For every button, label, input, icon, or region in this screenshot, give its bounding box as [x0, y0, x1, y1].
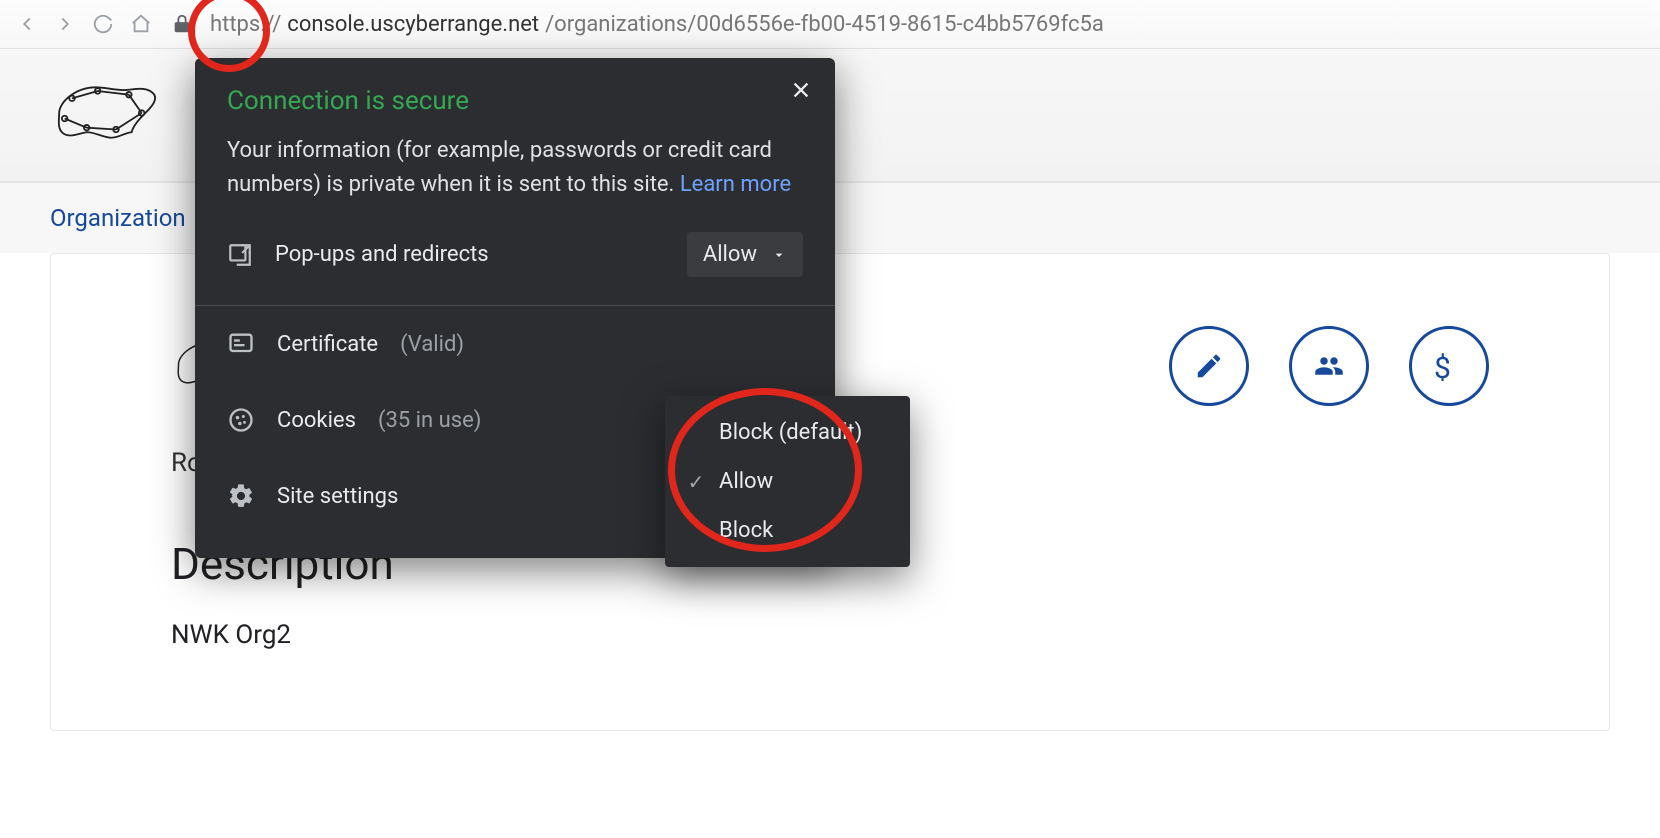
arrow-left-icon [16, 13, 38, 35]
learn-more-link[interactable]: Learn more [680, 172, 791, 197]
popup-icon [227, 242, 253, 268]
org-actions: $ [1169, 326, 1489, 406]
home-icon [130, 13, 152, 35]
forward-button[interactable] [46, 5, 84, 43]
site-info-button[interactable] [162, 4, 202, 44]
arrow-right-icon [54, 13, 76, 35]
chevron-down-icon [771, 247, 787, 263]
reload-icon [92, 13, 114, 35]
description-value: NWK Org2 [171, 620, 1489, 650]
url-host: console.uscyberrange.net [287, 12, 539, 37]
cookies-label: Cookies [277, 408, 356, 433]
cookies-status: (35 in use) [378, 408, 481, 433]
certificate-status: (Valid) [400, 332, 464, 357]
permission-select[interactable]: Allow [687, 232, 803, 277]
submenu-label: Block [719, 518, 773, 543]
certificate-icon [227, 330, 255, 358]
breadcrumb-organization[interactable]: Organization [50, 204, 186, 232]
billing-button[interactable]: $ [1409, 326, 1489, 406]
lock-icon [171, 13, 193, 35]
submenu-item-block[interactable]: Block [665, 506, 910, 555]
edit-button[interactable] [1169, 326, 1249, 406]
address-bar[interactable]: https://console.uscyberrange.net/organiz… [210, 12, 1652, 37]
submenu-label: Allow [719, 469, 773, 494]
pencil-icon [1194, 351, 1224, 381]
home-button[interactable] [122, 5, 160, 43]
check-icon: ✓ [685, 470, 707, 494]
gear-icon [227, 482, 255, 510]
users-icon [1314, 351, 1344, 381]
submenu-item-allow[interactable]: ✓ Allow [665, 457, 910, 506]
submenu-label: Block (default) [719, 420, 862, 445]
submenu-item-block-default[interactable]: Block (default) [665, 408, 910, 457]
dollar-icon: $ [1434, 351, 1464, 381]
permission-selected: Allow [703, 242, 757, 267]
url-scheme: https:// [210, 12, 281, 37]
popover-body: Your information (for example, passwords… [227, 134, 803, 202]
cookie-icon [227, 406, 255, 434]
permission-submenu: Block (default) ✓ Allow Block [665, 396, 910, 567]
popover-close-button[interactable] [787, 76, 815, 104]
back-button[interactable] [8, 5, 46, 43]
certificate-label: Certificate [277, 332, 378, 357]
reload-button[interactable] [84, 5, 122, 43]
browser-toolbar: https://console.uscyberrange.net/organiz… [0, 0, 1660, 49]
permission-label: Pop-ups and redirects [275, 242, 665, 267]
users-button[interactable] [1289, 326, 1369, 406]
app-logo [50, 73, 160, 157]
logo-icon [50, 73, 160, 153]
url-path: /organizations/00d6556e-fb00-4519-8615-c… [545, 12, 1104, 37]
permission-row: Pop-ups and redirects Allow [195, 202, 835, 305]
site-settings-label: Site settings [277, 484, 398, 509]
certificate-row[interactable]: Certificate (Valid) [195, 306, 835, 382]
close-icon [790, 79, 812, 101]
popover-title: Connection is secure [227, 86, 803, 116]
